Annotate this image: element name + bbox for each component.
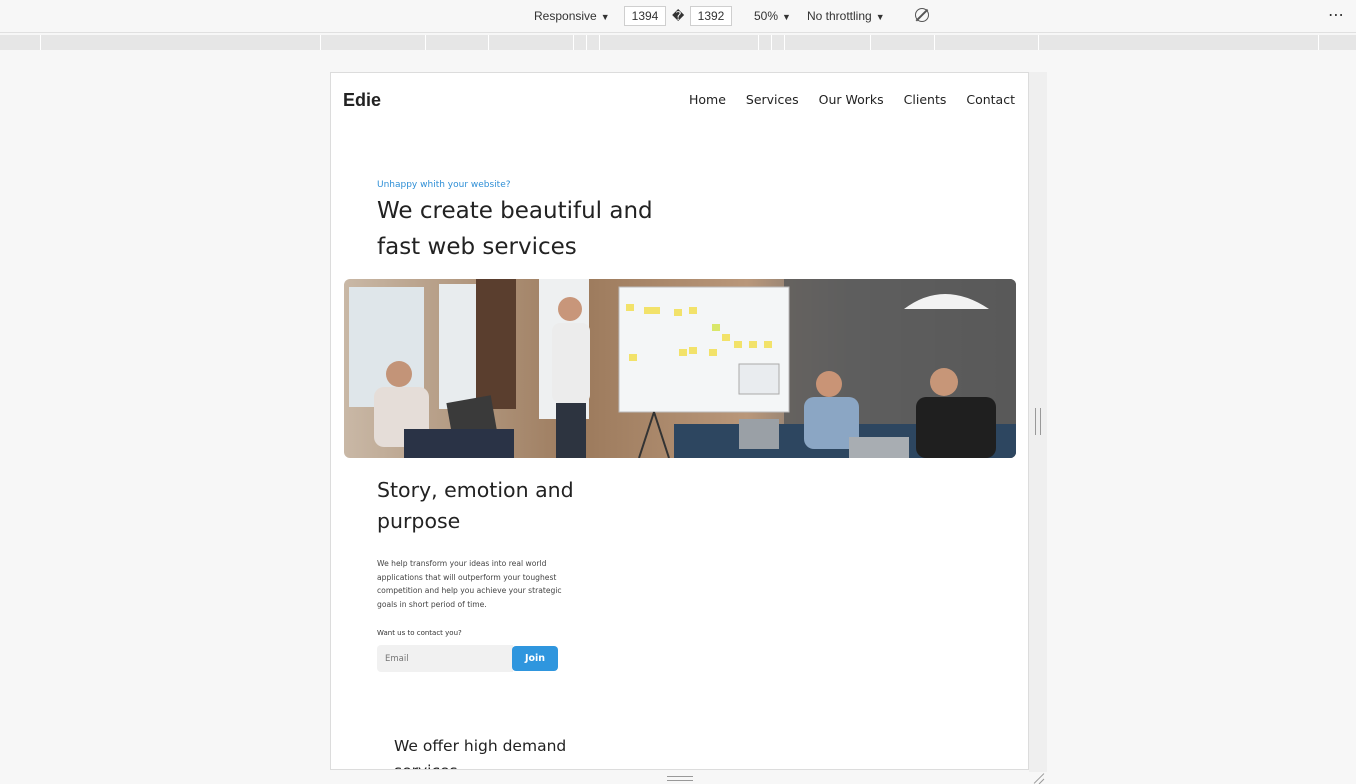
media-query-segment[interactable] xyxy=(1318,35,1319,50)
zoom-dropdown[interactable]: 50% ▼ xyxy=(754,9,791,23)
site-logo[interactable]: Edie xyxy=(343,90,381,111)
media-query-bar xyxy=(0,35,1356,50)
media-query-segment[interactable] xyxy=(758,35,759,50)
device-viewport: Edie Home Services Our Works Clients Con… xyxy=(330,72,1029,770)
nav-contact[interactable]: Contact xyxy=(966,92,1015,107)
story-title: Story, emotion and purpose xyxy=(377,478,574,533)
media-query-segment[interactable] xyxy=(870,35,871,50)
width-input[interactable] xyxy=(624,6,666,26)
media-query-segment[interactable] xyxy=(425,35,426,50)
zoom-label: 50% xyxy=(754,9,779,23)
chevron-down-icon: ▼ xyxy=(875,12,885,22)
media-query-segment[interactable] xyxy=(488,35,489,50)
more-options-icon[interactable]: ⋯ xyxy=(1328,5,1345,24)
device-dropdown[interactable]: Responsive ▼ xyxy=(534,9,610,23)
resize-handle-right[interactable] xyxy=(1035,408,1041,435)
resize-handle-corner[interactable] xyxy=(1032,772,1046,784)
rotate-icon[interactable] xyxy=(915,8,929,22)
resize-handle-bottom[interactable] xyxy=(667,776,693,781)
devtools-toolbar: Responsive▼ � 50%▼ No throttling▼ ⋯ xyxy=(0,0,1356,33)
story-body: We help transform your ideas into real w… xyxy=(377,559,562,609)
nav-home[interactable]: Home xyxy=(689,92,726,107)
hero-image xyxy=(344,279,1016,458)
hero-title: We create beautiful and fast web service… xyxy=(377,198,653,260)
chevron-down-icon: ▼ xyxy=(600,12,610,22)
media-query-segment[interactable] xyxy=(586,35,587,50)
media-query-segment[interactable] xyxy=(784,35,785,50)
nav-services[interactable]: Services xyxy=(746,92,799,107)
nav-our-works[interactable]: Our Works xyxy=(819,92,884,107)
chevron-down-icon: ▼ xyxy=(782,12,791,22)
size-separator: � xyxy=(672,9,685,23)
media-query-segment[interactable] xyxy=(771,35,772,50)
offer-title: We offer high demand services xyxy=(394,737,567,769)
media-query-segment[interactable] xyxy=(934,35,935,50)
height-input[interactable] xyxy=(690,6,732,26)
device-label: Responsive xyxy=(534,9,597,23)
hero-eyebrow: Unhappy whith your website? xyxy=(377,180,511,190)
media-query-segment[interactable] xyxy=(1038,35,1039,50)
site-nav: Home Services Our Works Clients Contact xyxy=(689,92,1015,107)
media-query-segment[interactable] xyxy=(573,35,574,50)
email-field[interactable] xyxy=(377,645,513,672)
media-query-segment[interactable] xyxy=(40,35,41,50)
contact-label: Want us to contact you? xyxy=(377,629,462,637)
throttle-label: No throttling xyxy=(807,9,872,23)
media-query-segment[interactable] xyxy=(599,35,600,50)
throttle-dropdown[interactable]: No throttling ▼ xyxy=(807,9,885,23)
nav-clients[interactable]: Clients xyxy=(904,92,947,107)
media-query-segment[interactable] xyxy=(320,35,321,50)
join-button[interactable]: Join xyxy=(512,646,558,671)
